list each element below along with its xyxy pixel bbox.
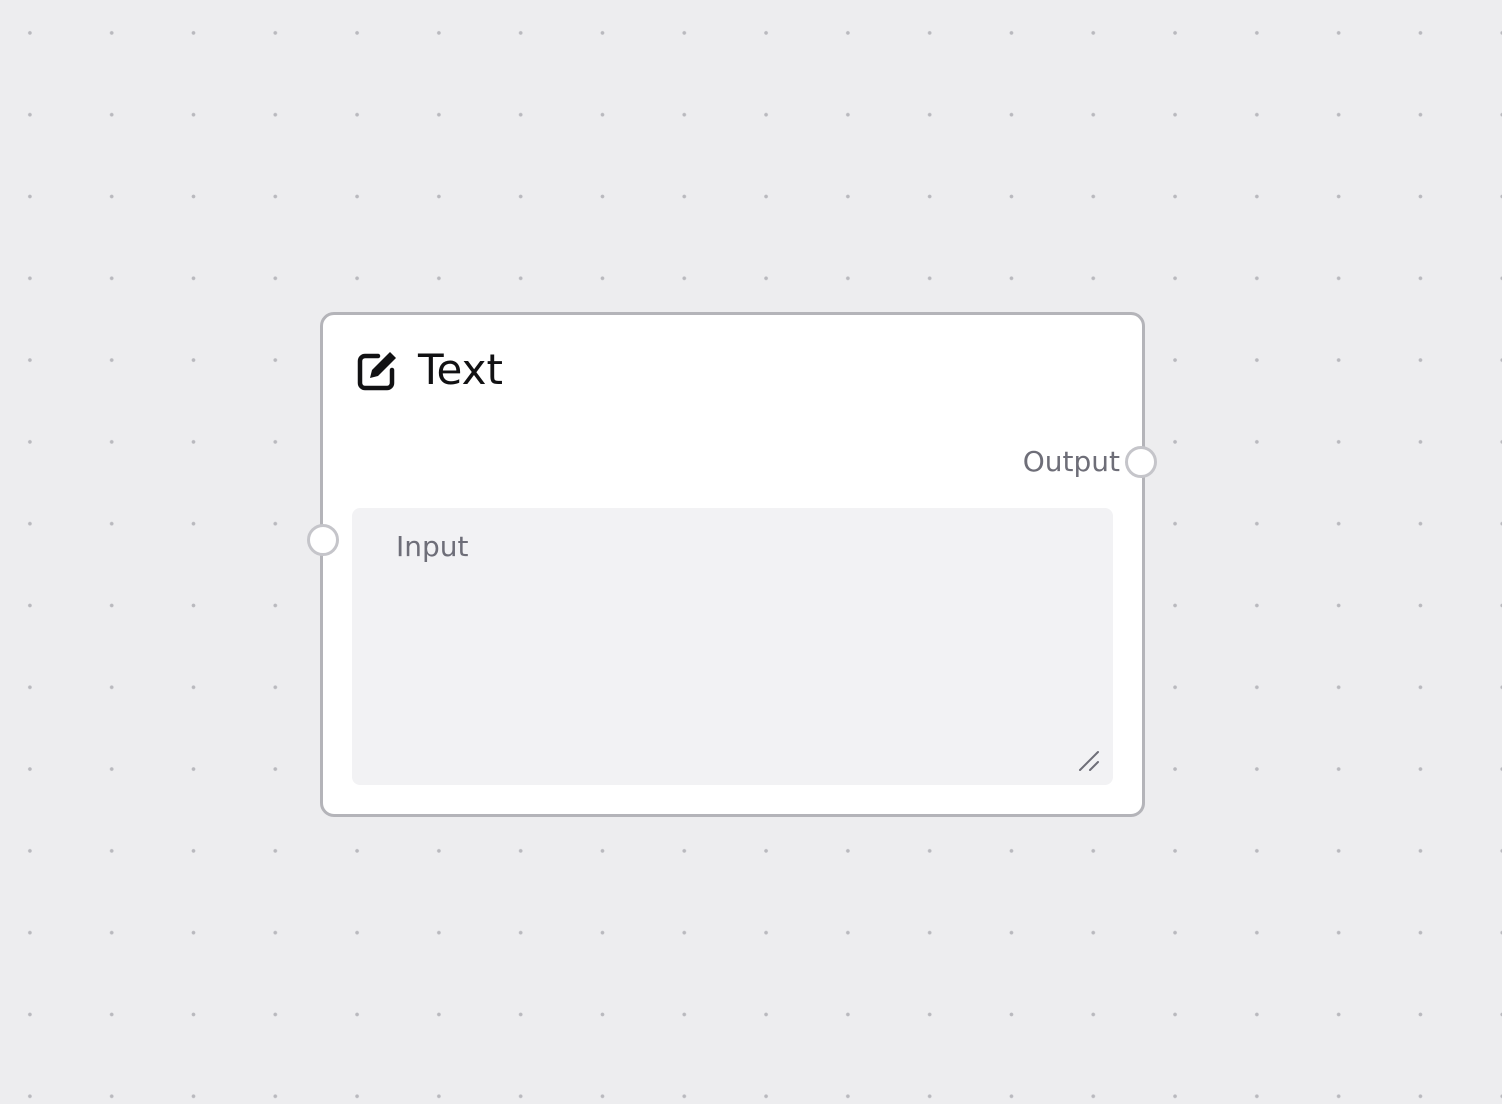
resize-grip-icon[interactable] xyxy=(1077,749,1101,773)
text-node[interactable]: Text Output Input xyxy=(320,312,1145,817)
output-row: Output xyxy=(1023,443,1120,479)
input-handle[interactable] xyxy=(307,524,339,556)
node-header: Text xyxy=(356,345,503,395)
node-title: Text xyxy=(418,345,503,394)
edit-icon xyxy=(356,348,400,392)
output-handle[interactable] xyxy=(1125,446,1157,478)
text-input-area[interactable]: Input xyxy=(352,508,1113,785)
input-placeholder: Input xyxy=(396,530,469,563)
output-label: Output xyxy=(1022,444,1120,478)
